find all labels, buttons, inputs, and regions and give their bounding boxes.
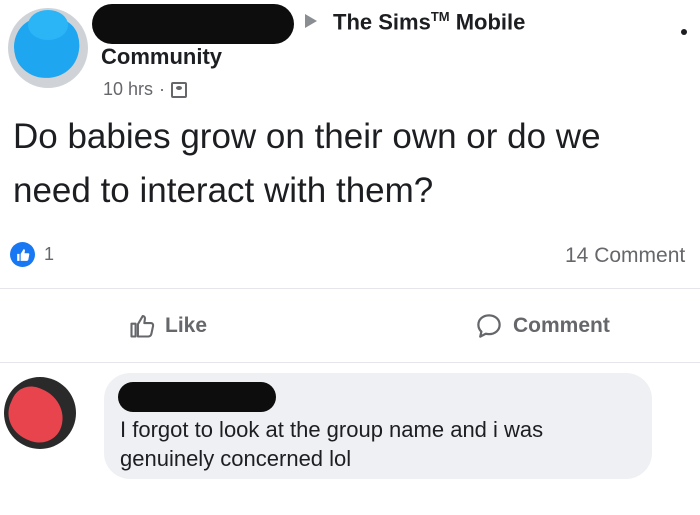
group-name: The Sims xyxy=(333,9,431,35)
comment-button[interactable]: Comment xyxy=(474,302,610,350)
reaction-count[interactable]: 1 xyxy=(44,244,54,265)
redacted-poster-name xyxy=(92,4,294,44)
group-icon xyxy=(171,81,188,98)
commenter-avatar[interactable] xyxy=(4,377,76,449)
group-name-suffix: Mobile xyxy=(455,9,526,35)
post-time[interactable]: 10 hrs xyxy=(103,79,153,100)
like-reaction-icon[interactable] xyxy=(10,242,35,267)
redacted-commenter-name xyxy=(118,382,276,412)
meta-separator: · xyxy=(159,79,166,99)
group-name-link[interactable]: The SimsTM Mobile xyxy=(333,9,525,35)
post-text-line-1: Do babies grow on their own or do we xyxy=(13,117,601,156)
comment-label: Comment xyxy=(513,314,610,337)
more-options-icon[interactable] xyxy=(681,29,687,35)
right-arrow-icon xyxy=(305,14,317,28)
group-type[interactable]: Community xyxy=(101,44,222,70)
divider xyxy=(0,362,700,363)
comment-text-line-2: genuinely concerned lol xyxy=(120,446,352,471)
poster-avatar[interactable] xyxy=(8,8,88,88)
speech-bubble-icon xyxy=(477,314,501,338)
post-meta: 10 hrs · xyxy=(103,79,188,100)
like-label: Like xyxy=(165,314,208,337)
thumbs-up-icon xyxy=(130,315,155,338)
avatar-scribble-top xyxy=(28,10,68,40)
avatar-scribble xyxy=(4,379,73,449)
comment-text: I forgot to look at the group name and i… xyxy=(120,415,543,473)
comment-text-line-1: I forgot to look at the group name and i… xyxy=(120,417,544,442)
trademark: TM xyxy=(430,9,450,24)
post-text: Do babies grow on their own or do we nee… xyxy=(13,110,700,218)
thumbs-up-icon xyxy=(16,248,29,261)
post-text-line-2: need to interact with them? xyxy=(13,171,434,210)
like-button[interactable]: Like xyxy=(128,302,207,350)
comments-count[interactable]: 14 Comment xyxy=(565,244,685,268)
divider xyxy=(0,288,700,289)
